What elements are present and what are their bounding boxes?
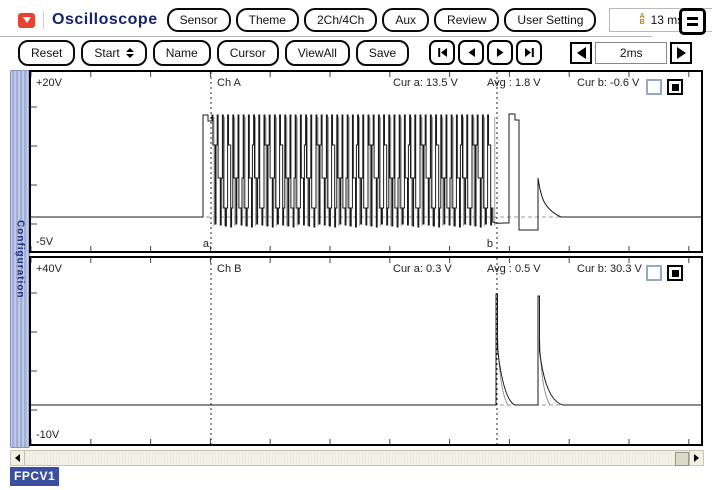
skip-first-icon: [436, 46, 449, 59]
triangle-left-icon: [15, 454, 20, 462]
triangle-right-icon: [677, 47, 686, 59]
channel-a-avg-readout: Avg : 1.8 V: [487, 77, 541, 89]
divider: [43, 11, 44, 29]
channel-a-cursor-a-readout: Cur a: 13.5 V: [393, 77, 458, 89]
scroll-left-button[interactable]: [11, 451, 25, 465]
horizontal-scrollbar[interactable]: [10, 450, 704, 466]
channel-b-bottom-voltage: -10V: [36, 429, 59, 441]
channel-a-top-voltage: +20V: [36, 77, 62, 89]
scroll-right-button[interactable]: [689, 451, 703, 465]
timebase-increase-button[interactable]: [670, 42, 692, 64]
name-button[interactable]: Name: [153, 40, 211, 66]
review-button[interactable]: Review: [434, 8, 499, 32]
theme-button[interactable]: Theme: [236, 8, 299, 32]
skip-last-button[interactable]: [516, 40, 542, 65]
channel-b-checkbox-unchecked[interactable]: [646, 265, 662, 281]
channel-b-cursor-b-readout: Cur b: 30.3 V: [577, 263, 642, 275]
channel-a-checkbox-checked[interactable]: [667, 79, 683, 95]
channel-a-bottom-voltage: -5V: [36, 236, 53, 248]
triangle-down-icon: [23, 17, 31, 23]
next-button[interactable]: [487, 40, 513, 65]
sensor-button[interactable]: Sensor: [167, 8, 231, 32]
skip-last-icon: [523, 46, 536, 59]
title-bar: Oscilloscope Sensor Theme 2Ch/4Ch Aux Re…: [18, 6, 712, 34]
channel-b-cursor-a-readout: Cur a: 0.3 V: [393, 263, 452, 275]
channel-a-panel: +20V Ch A Cur a: 13.5 V Avg : 1.8 V Cur …: [29, 70, 703, 253]
channel-a-trace: [31, 114, 701, 230]
grid-ticks: [31, 258, 689, 444]
status-tab-fpcv1[interactable]: FPCV1: [10, 467, 59, 486]
channel-a-checkbox-unchecked[interactable]: [646, 79, 662, 95]
start-button[interactable]: Start: [81, 40, 146, 66]
channel-b-avg-readout: Avg : 0.5 V: [487, 263, 541, 275]
prev-button[interactable]: [458, 40, 484, 65]
prev-icon: [465, 46, 478, 59]
channel-a-cursor-b-readout: Cur b: -0.6 V: [577, 77, 639, 89]
playback-controls: [429, 40, 542, 65]
configuration-tab-label: Configuration: [15, 220, 26, 299]
spinner-icon: [126, 48, 134, 58]
scrollbar-thumb[interactable]: [675, 452, 689, 466]
timebase-decrease-button[interactable]: [570, 42, 592, 64]
save-button[interactable]: Save: [356, 40, 409, 66]
channel-b-checkbox-checked[interactable]: [667, 265, 683, 281]
configuration-tab[interactable]: Configuration: [10, 70, 30, 448]
triangle-right-icon: [694, 454, 699, 462]
timebase-display: 2ms: [595, 42, 667, 64]
user-setting-button[interactable]: User Setting: [504, 8, 596, 32]
reset-button[interactable]: Reset: [18, 40, 75, 66]
channel-b-top-voltage: +40V: [36, 263, 62, 275]
channel-a-waveform-display: [31, 72, 701, 251]
timebase-control: 2ms: [570, 42, 692, 64]
skip-first-button[interactable]: [429, 40, 455, 65]
main-toolbar: Reset Start Name Cursor ViewAll Save 2ms: [18, 39, 692, 66]
cursor-button[interactable]: Cursor: [217, 40, 279, 66]
next-icon: [494, 46, 507, 59]
app-dropdown-icon[interactable]: [18, 13, 35, 28]
menu-icon[interactable]: [679, 8, 706, 35]
ab-cursor-icon: AB: [640, 14, 645, 26]
cursor-a-label: a: [199, 238, 209, 250]
channel-b-name: Ch B: [217, 263, 241, 275]
cursor-b-label: b: [483, 238, 493, 250]
channel-b-panel: +40V Ch B Cur a: 0.3 V Avg : 0.5 V Cur b…: [29, 256, 703, 446]
aux-button[interactable]: Aux: [382, 8, 429, 32]
triangle-left-icon: [577, 47, 586, 59]
channel-mode-button[interactable]: 2Ch/4Ch: [304, 8, 377, 32]
oscilloscope-app: Oscilloscope Sensor Theme 2Ch/4Ch Aux Re…: [0, 0, 712, 490]
viewall-button[interactable]: ViewAll: [285, 40, 350, 66]
toolbar-divider: [0, 36, 652, 37]
channel-b-trace: [31, 294, 701, 405]
page-title: Oscilloscope: [52, 11, 158, 29]
channel-a-name: Ch A: [217, 77, 241, 89]
channel-b-waveform-display: [31, 258, 701, 444]
